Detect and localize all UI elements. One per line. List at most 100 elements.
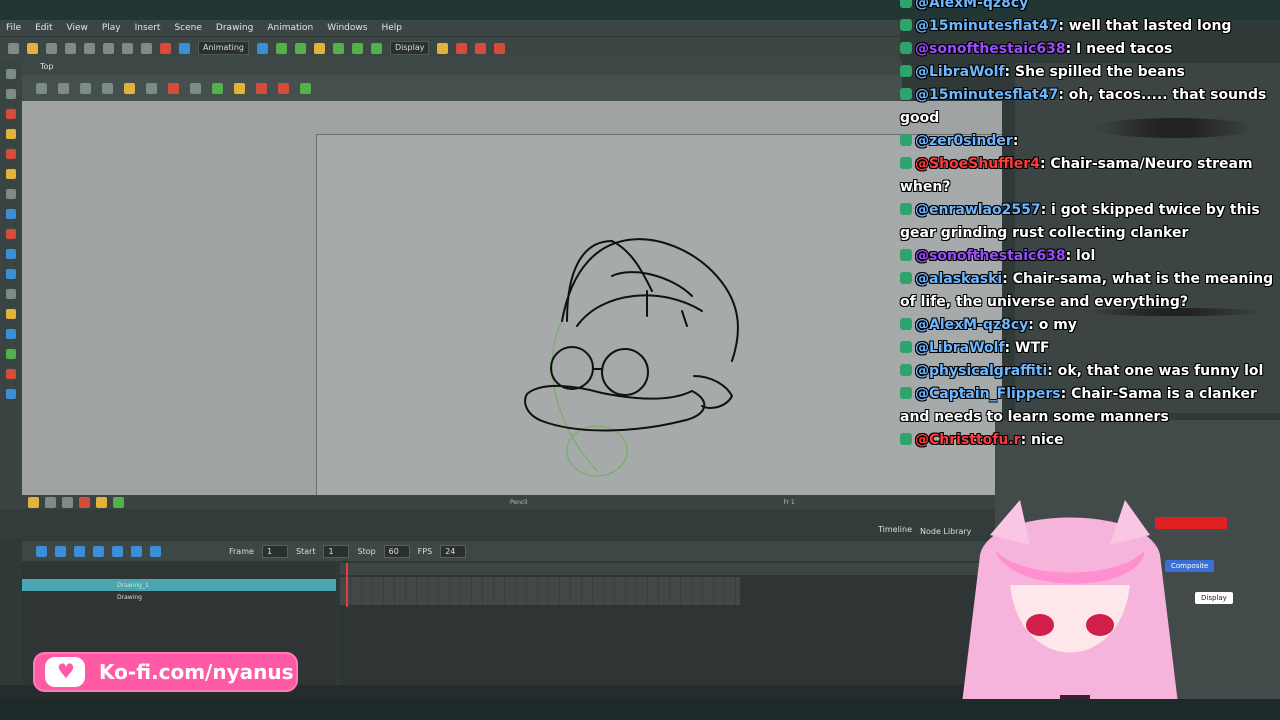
next-frame-icon[interactable] xyxy=(112,545,123,557)
record-icon[interactable] xyxy=(79,496,90,508)
pencil-icon[interactable] xyxy=(168,82,179,94)
delete-icon[interactable] xyxy=(160,42,171,54)
light-icon[interactable] xyxy=(437,42,449,54)
grid-icon[interactable] xyxy=(275,42,287,54)
start-label: Start xyxy=(295,546,316,556)
camera-view-tab[interactable]: Top xyxy=(22,59,902,75)
layer-row[interactable]: Drawing xyxy=(22,591,336,603)
select-tool-icon[interactable] xyxy=(6,69,16,79)
grid-tool-icon[interactable] xyxy=(6,329,16,339)
timeline-tracks[interactable] xyxy=(340,563,985,685)
frame-ruler[interactable] xyxy=(340,563,985,575)
eraser-tool-icon[interactable] xyxy=(6,149,16,159)
menu-windows[interactable]: Windows xyxy=(327,23,367,33)
marker-icon[interactable] xyxy=(256,82,267,94)
menu-scene[interactable]: Scene xyxy=(174,23,201,33)
marker-icon[interactable] xyxy=(278,82,289,94)
workspace-select[interactable]: Animating xyxy=(198,41,249,55)
drawing-canvas[interactable] xyxy=(22,101,1002,495)
shape-tool-icon[interactable] xyxy=(6,209,16,219)
check-icon[interactable] xyxy=(370,42,382,54)
loop-icon[interactable] xyxy=(74,545,85,557)
layer-row[interactable]: Drawing_1 xyxy=(22,579,336,591)
lasso-icon[interactable] xyxy=(102,82,113,94)
grid-icon[interactable] xyxy=(36,82,47,94)
dropper-tool-icon[interactable] xyxy=(6,249,16,259)
menu-edit[interactable]: Edit xyxy=(35,23,52,33)
new-icon[interactable] xyxy=(8,42,19,54)
palette-tool-icon[interactable] xyxy=(6,369,16,379)
fill-tool-icon[interactable] xyxy=(6,229,16,239)
layers-icon[interactable] xyxy=(58,82,69,94)
brush-icon[interactable] xyxy=(190,82,201,94)
bulb-icon[interactable] xyxy=(234,82,245,94)
cut-icon[interactable] xyxy=(141,42,152,54)
fit-icon[interactable] xyxy=(45,496,56,508)
kofi-banner[interactable]: Ko-fi.com/nyanus xyxy=(33,652,298,692)
badge-icon xyxy=(900,88,912,100)
tint-icon[interactable] xyxy=(212,82,223,94)
menu-animation[interactable]: Animation xyxy=(267,23,313,33)
pencil-tool-icon[interactable] xyxy=(6,129,16,139)
chat-message: @sonofthestaic638: I need tacos xyxy=(900,38,1275,61)
menu-view[interactable]: View xyxy=(67,23,88,33)
brush-icon[interactable] xyxy=(179,42,190,54)
playhead[interactable] xyxy=(346,563,348,607)
grid-icon[interactable] xyxy=(62,496,73,508)
peg-icon[interactable] xyxy=(332,42,344,54)
chat-text: : lol xyxy=(1065,248,1096,264)
open-icon[interactable] xyxy=(27,42,38,54)
lock-icon[interactable] xyxy=(124,82,135,94)
marker-icon[interactable] xyxy=(456,42,468,54)
chat-text: : o my xyxy=(1028,317,1077,333)
display-select[interactable]: Display xyxy=(389,41,430,55)
first-frame-icon[interactable] xyxy=(36,545,47,557)
redo-icon[interactable] xyxy=(122,42,133,54)
color-icon[interactable] xyxy=(113,496,124,508)
camera-icon[interactable] xyxy=(146,82,157,94)
menu-file[interactable]: File xyxy=(6,23,21,33)
menu-play[interactable]: Play xyxy=(102,23,121,33)
transform-icon[interactable] xyxy=(294,42,306,54)
menu-help[interactable]: Help xyxy=(381,23,402,33)
chat-text: : I need tacos xyxy=(1065,41,1173,57)
marker-icon[interactable] xyxy=(494,42,506,54)
zoom-tool-icon[interactable] xyxy=(6,289,16,299)
list-icon[interactable] xyxy=(256,42,268,54)
marker-icon[interactable] xyxy=(475,42,487,54)
start-input[interactable]: 1 xyxy=(323,544,350,558)
menu-insert[interactable]: Insert xyxy=(135,23,161,33)
badge-icon xyxy=(900,318,912,330)
pen-icon[interactable] xyxy=(80,82,91,94)
bolt-icon[interactable] xyxy=(96,496,107,508)
tab-timeline[interactable]: Timeline xyxy=(878,525,912,534)
hand-tool-icon[interactable] xyxy=(6,269,16,279)
paint-tool-icon[interactable] xyxy=(6,169,16,179)
contour-tool-icon[interactable] xyxy=(6,89,16,99)
paste-icon[interactable] xyxy=(84,42,95,54)
save-icon[interactable] xyxy=(46,42,57,54)
menu-drawing[interactable]: Drawing xyxy=(216,23,253,33)
last-frame-icon[interactable] xyxy=(131,545,142,557)
copy-icon[interactable] xyxy=(65,42,76,54)
onion-skin-icon[interactable] xyxy=(351,42,363,54)
pen-tool-icon[interactable] xyxy=(6,349,16,359)
light-icon[interactable] xyxy=(28,496,39,508)
node-display[interactable]: Display xyxy=(1195,592,1233,604)
camera-icon[interactable] xyxy=(313,42,325,54)
sound-icon[interactable] xyxy=(150,545,161,557)
play-icon[interactable] xyxy=(93,545,104,557)
brush-tool-icon[interactable] xyxy=(6,109,16,119)
undo-icon[interactable] xyxy=(103,42,114,54)
stop-input[interactable]: 60 xyxy=(383,544,410,558)
taskbar xyxy=(0,699,1280,720)
frame-input[interactable]: 1 xyxy=(261,544,288,558)
tree-icon[interactable] xyxy=(300,82,311,94)
fps-input[interactable]: 24 xyxy=(440,544,467,558)
text-tool-icon[interactable] xyxy=(6,189,16,199)
exposure-cells[interactable] xyxy=(340,577,740,605)
chat-username: @AlexM-qz8cy xyxy=(915,317,1029,333)
camera-tool-icon[interactable] xyxy=(6,389,16,399)
prev-frame-icon[interactable] xyxy=(55,545,66,557)
rotate-tool-icon[interactable] xyxy=(6,309,16,319)
